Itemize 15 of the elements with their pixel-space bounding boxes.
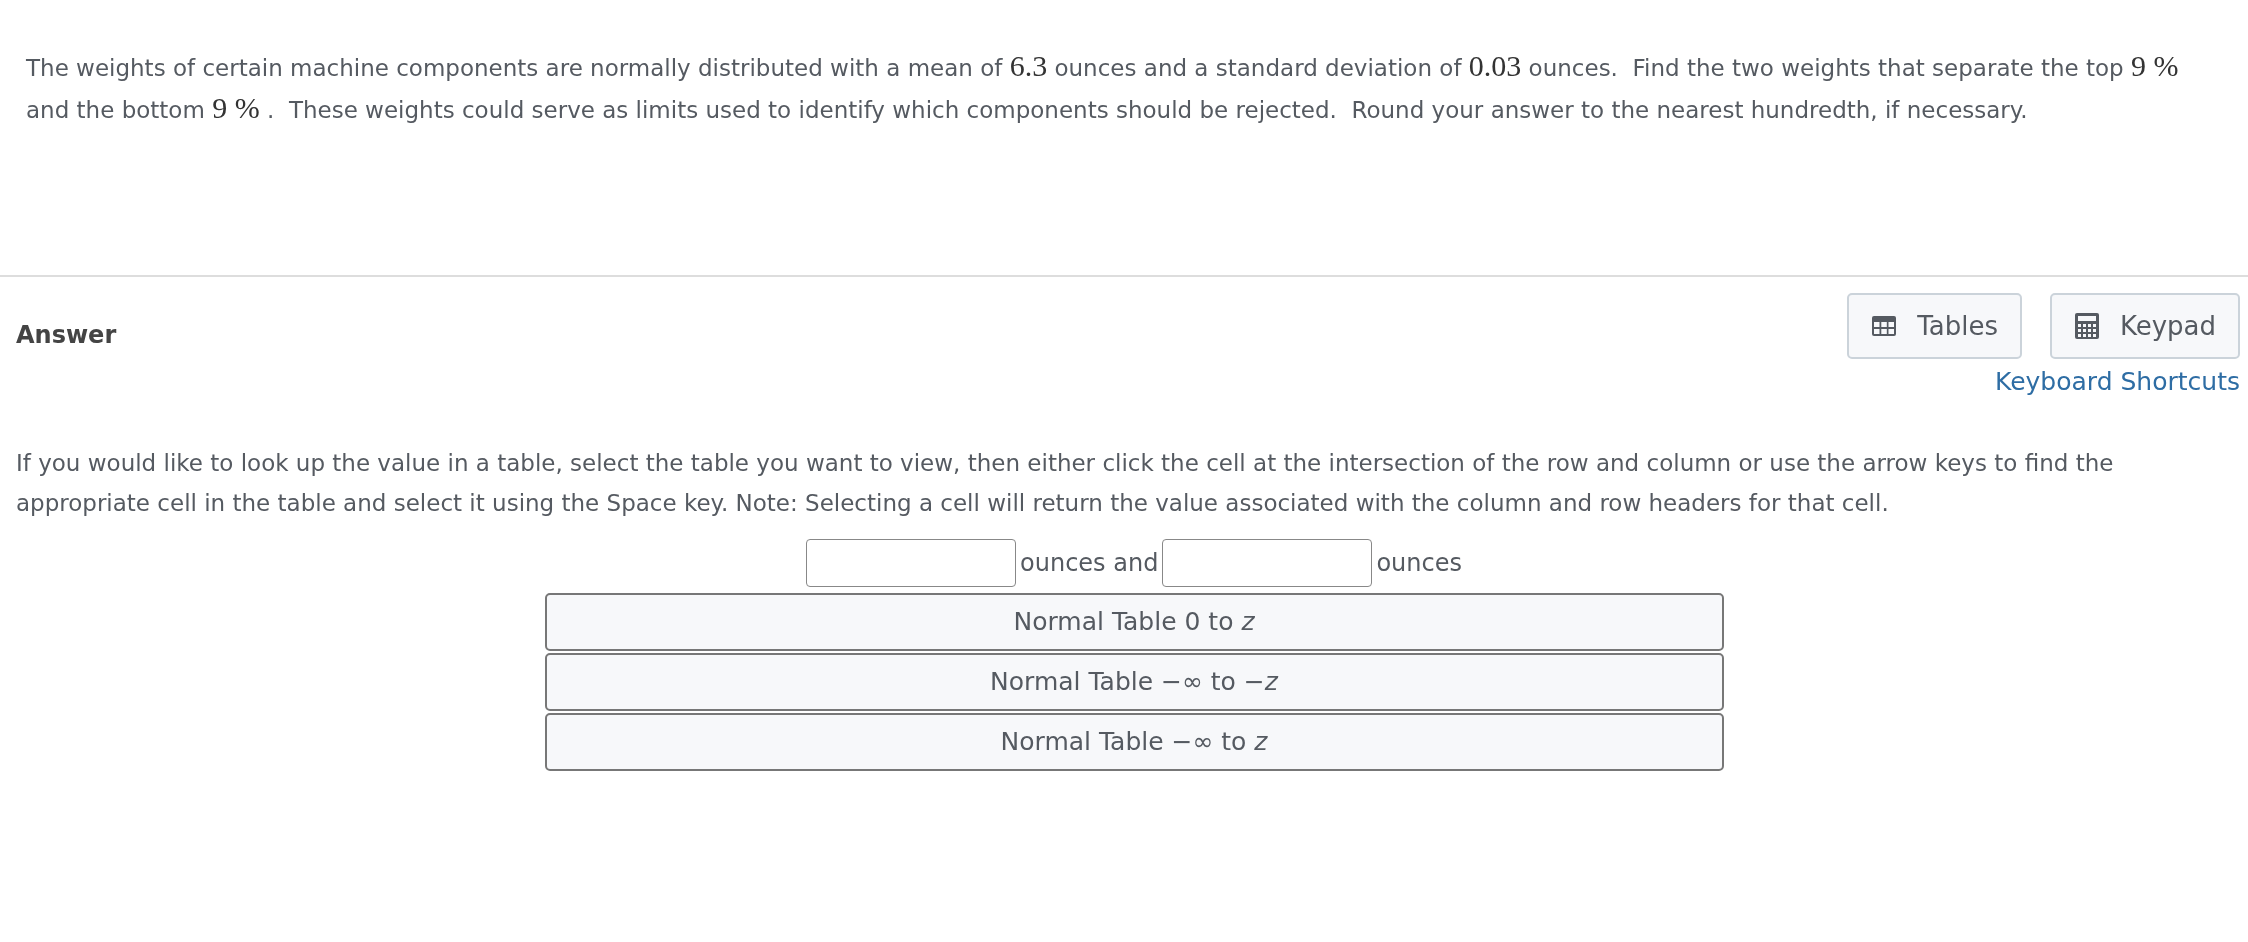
- keyboard-shortcuts-link[interactable]: Keyboard Shortcuts: [1995, 363, 2240, 401]
- normal-table-button[interactable]: Normal Table −∞ to −z: [544, 652, 1724, 711]
- unit-label: ounces: [1376, 547, 1462, 579]
- answer-field[interactable]: [1162, 538, 1373, 587]
- answer-field[interactable]: [806, 538, 1017, 587]
- normal-table-button[interactable]: Normal Table 0 to z: [544, 592, 1724, 651]
- answer-heading: Answer: [16, 320, 117, 351]
- normal-table-button[interactable]: Normal Table −∞ to z: [544, 712, 1724, 771]
- instructions-text: If you would like to look up the value in a table, select the table you want to view, then either click the cell at the intersection of the row and column or use the arrow keys to find the appropriate cell in the table and select it using the Space key. Note: Selecting a cell will return the value associated with the column and row headers for that cell.: [16, 448, 2115, 518]
- table-icon: [1871, 315, 1898, 337]
- keypad-button[interactable]: Keypad: [2049, 293, 2240, 359]
- calculator-icon: [2073, 312, 2100, 340]
- tables-button[interactable]: Tables: [1847, 293, 2022, 359]
- unit-label: ounces and: [1020, 547, 1159, 579]
- question-text: The weights of certain machine components are normally distributed with a mean of 6.3 ounces and a standard deviation of 0.03 ounces. Find the two weights that separate the top 9 % and the bottom 9 % . These weights could serve as limits used to identify which components should be rejected. Round your answer to the nearest hundredth, if necessary.: [25, 48, 2180, 126]
